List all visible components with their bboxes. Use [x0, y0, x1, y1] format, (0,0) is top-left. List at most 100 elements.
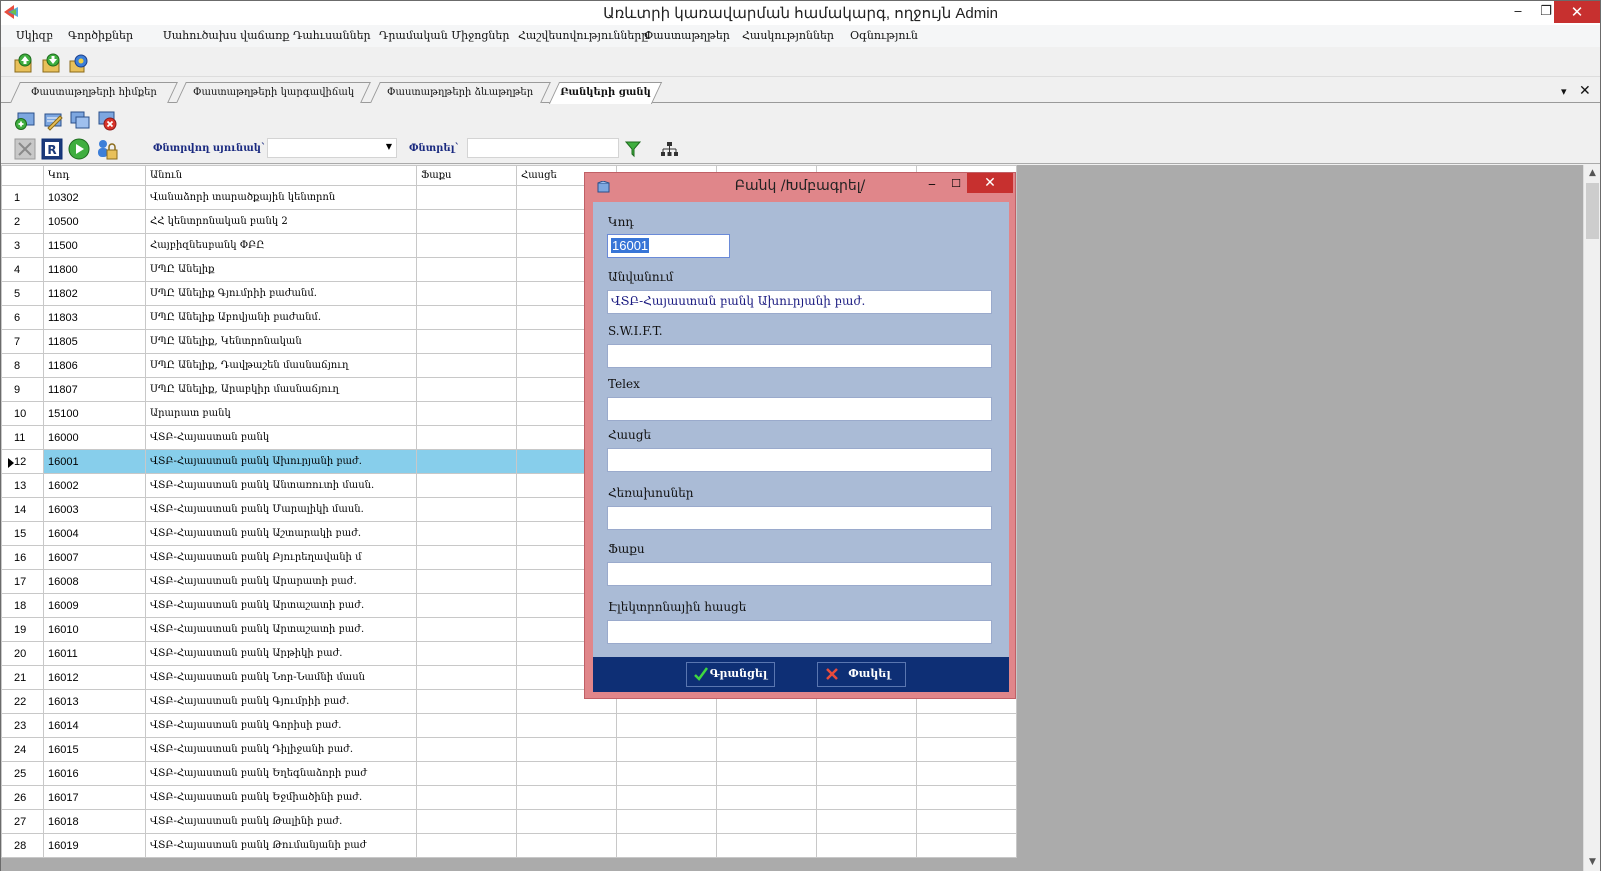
fax-field[interactable]: [607, 562, 992, 586]
code-cell[interactable]: 16012: [43, 665, 146, 690]
hierarchy-icon[interactable]: [659, 139, 679, 159]
add-record-icon[interactable]: [14, 109, 36, 131]
code-cell[interactable]: 10302: [43, 185, 146, 210]
import-up-icon[interactable]: [13, 52, 35, 74]
menu-settings[interactable]: Հասկությոններ: [742, 29, 834, 42]
extra-cell[interactable]: [916, 809, 1017, 834]
extra-cell[interactable]: [916, 833, 1017, 858]
extra-cell[interactable]: [916, 713, 1017, 738]
fax-cell[interactable]: [416, 473, 517, 498]
dialog-title-bar[interactable]: Բանկ /Խմբագրել/ ‒ ☐ ✕: [585, 173, 1015, 199]
menu-accounts[interactable]: Հաշվեսովությունները: [518, 29, 648, 42]
code-cell[interactable]: 16001: [43, 449, 146, 474]
code-cell[interactable]: 16011: [43, 641, 146, 666]
name-cell[interactable]: ՎՏԲ-Հայաստան բանկ Եղեգնաձորի բաժ: [145, 761, 417, 786]
menu-funds[interactable]: Դրամական Միջոցներ: [379, 29, 509, 42]
code-cell[interactable]: 16003: [43, 497, 146, 522]
table-row[interactable]: 28 16019 ՎՏԲ-Հայաստան բանկ Թումանյանի բաժ: [1, 833, 1017, 858]
tab-document-status[interactable]: Փաստաթղթերի կարգավիճակ: [176, 82, 371, 103]
refresh-icon[interactable]: R: [41, 138, 63, 160]
code-cell[interactable]: 16013: [43, 689, 146, 714]
name-cell[interactable]: ՎՏԲ-Հայաստան բանկ Գյումրիի բաժ.: [145, 689, 417, 714]
menu-cashdesks[interactable]: Դահւսաններ: [293, 29, 371, 42]
phones-field[interactable]: [607, 506, 992, 530]
extra-cell[interactable]: [816, 833, 917, 858]
close-document-icon[interactable]: [14, 138, 36, 160]
code-cell[interactable]: 10500: [43, 209, 146, 234]
scroll-up-icon[interactable]: ▲: [1584, 165, 1601, 182]
address-cell[interactable]: [516, 785, 617, 810]
cancel-button[interactable]: Փակել: [817, 662, 906, 687]
menu-sales[interactable]: Սահուծախս վաճառք: [163, 29, 289, 42]
name-cell[interactable]: Հայբիզնեսբանկ ՓԲԸ: [145, 233, 417, 258]
name-cell[interactable]: ՎՏԲ-Հայաստան բանկ Նոր-Նամնի մասն: [145, 665, 417, 690]
extra-cell[interactable]: [716, 833, 817, 858]
extra-cell[interactable]: [616, 785, 717, 810]
tab-document-bases[interactable]: Փաստաթղթերի հիմքեր: [10, 82, 178, 103]
extra-cell[interactable]: [716, 761, 817, 786]
window-close-button[interactable]: ✕: [1554, 1, 1600, 23]
fax-cell[interactable]: [416, 569, 517, 594]
code-cell[interactable]: 16004: [43, 521, 146, 546]
address-cell[interactable]: [516, 833, 617, 858]
address-cell[interactable]: [516, 761, 617, 786]
extra-cell[interactable]: [916, 785, 1017, 810]
name-cell[interactable]: ՍՊԸ Անելիք, Կենտրոնական: [145, 329, 417, 354]
code-cell[interactable]: 16014: [43, 713, 146, 738]
fax-cell[interactable]: [416, 785, 517, 810]
scroll-thumb[interactable]: [1586, 183, 1599, 239]
fax-cell[interactable]: [416, 545, 517, 570]
settings-gear-icon[interactable]: [68, 52, 90, 74]
import-down-icon[interactable]: [41, 52, 63, 74]
name-cell[interactable]: ՎՏԲ-Հայաստան բանկ Մարալիկի մասն.: [145, 497, 417, 522]
search-column-select[interactable]: ▼: [267, 138, 397, 158]
code-cell[interactable]: 11500: [43, 233, 146, 258]
code-cell[interactable]: 16015: [43, 737, 146, 762]
extra-cell[interactable]: [616, 737, 717, 762]
name-cell[interactable]: ՎՏԲ-Հայաստան բանկ Թումանյանի բաժ: [145, 833, 417, 858]
extra-cell[interactable]: [816, 809, 917, 834]
fax-cell[interactable]: [416, 377, 517, 402]
dialog-maximize-button[interactable]: ☐: [945, 175, 967, 195]
fax-cell[interactable]: [416, 233, 517, 258]
table-row[interactable]: 26 16017 ՎՏԲ-Հայաստան բանկ Եջմիածինի բաժ.: [1, 785, 1017, 810]
code-cell[interactable]: 15100: [43, 401, 146, 426]
name-cell[interactable]: ՍՊԸ Անելիք Աբովյանի բաժանմ.: [145, 305, 417, 330]
code-cell[interactable]: 11800: [43, 257, 146, 282]
column-header-name[interactable]: Անուն: [145, 165, 417, 186]
fax-cell[interactable]: [416, 281, 517, 306]
tab-document-forms[interactable]: Փաստաթղթերի ձևաթղթեր: [370, 82, 551, 103]
swift-field[interactable]: [607, 344, 992, 368]
name-cell[interactable]: ՀՀ կենտրոնական բանկ 2: [145, 209, 417, 234]
extra-cell[interactable]: [716, 809, 817, 834]
code-cell[interactable]: 16010: [43, 617, 146, 642]
fax-cell[interactable]: [416, 809, 517, 834]
vertical-scrollbar[interactable]: ▲ ▼: [1583, 165, 1600, 871]
delete-record-icon[interactable]: [96, 109, 118, 131]
name-cell[interactable]: ՎՏԲ-Հայաստան բանկ Ախուրյանի բաժ.: [145, 449, 417, 474]
name-cell[interactable]: ՎՏԲ-Հայաստան բանկ Արթիկի բաժ.: [145, 641, 417, 666]
address-field[interactable]: [607, 448, 992, 472]
extra-cell[interactable]: [816, 785, 917, 810]
extra-cell[interactable]: [816, 737, 917, 762]
name-cell[interactable]: ՎՏԲ-Հայաստան բանկ Արտաշատի բաժ.: [145, 593, 417, 618]
window-minimize-button[interactable]: ‒: [1503, 1, 1533, 23]
table-row[interactable]: 23 16014 ՎՏԲ-Հայաստան բանկ Գորիսի բաժ.: [1, 713, 1017, 738]
fax-cell[interactable]: [416, 833, 517, 858]
menu-help[interactable]: Օգնություն: [850, 29, 918, 42]
name-cell[interactable]: ՍՊԸ Անելիք: [145, 257, 417, 282]
name-cell[interactable]: Արարատ բանկ: [145, 401, 417, 426]
name-cell[interactable]: ՍՊԸ Անելիք Գյումրիի բաժանմ.: [145, 281, 417, 306]
fax-cell[interactable]: [416, 737, 517, 762]
name-cell[interactable]: ՎՏԲ-Հայաստան բանկ Թալինի բաժ.: [145, 809, 417, 834]
name-cell[interactable]: ՎՏԲ-Հայաստան բանկ: [145, 425, 417, 450]
menu-start[interactable]: Սկիզբ: [16, 29, 53, 42]
extra-cell[interactable]: [616, 809, 717, 834]
fax-cell[interactable]: [416, 641, 517, 666]
code-field[interactable]: 16001: [607, 234, 730, 258]
fax-cell[interactable]: [416, 425, 517, 450]
code-cell[interactable]: 16019: [43, 833, 146, 858]
code-cell[interactable]: 16018: [43, 809, 146, 834]
scroll-down-icon[interactable]: ▼: [1584, 854, 1601, 871]
extra-cell[interactable]: [816, 761, 917, 786]
